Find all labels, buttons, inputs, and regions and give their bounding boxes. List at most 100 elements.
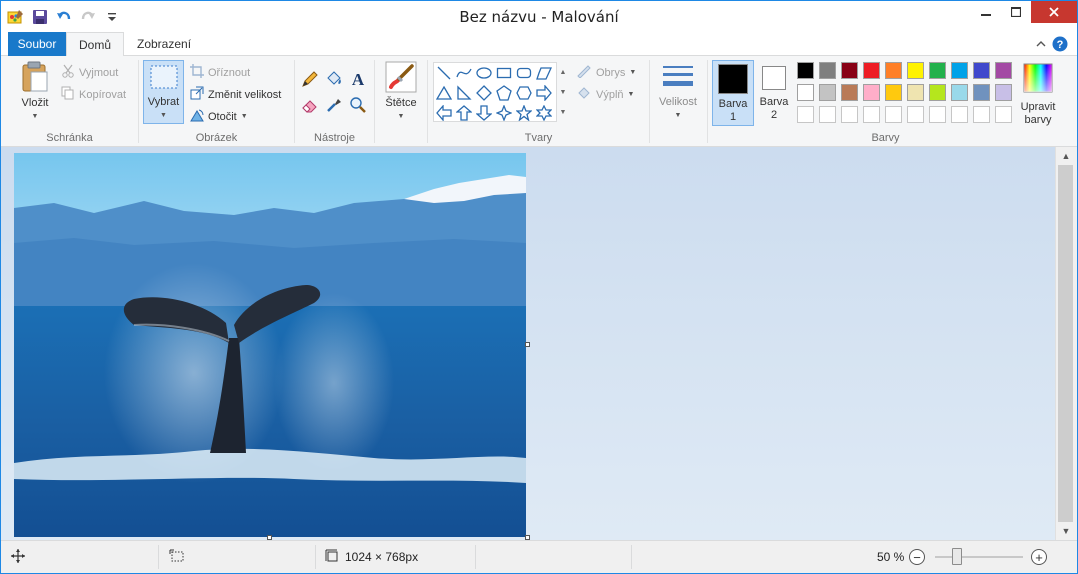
color-picker-icon[interactable] (325, 96, 343, 114)
custom-color-slot[interactable] (929, 106, 946, 123)
edit-colors-button[interactable]: Upravit barvy (1016, 63, 1060, 127)
pencil-icon[interactable] (301, 70, 319, 88)
scissors-icon (61, 64, 75, 81)
right-arrow-shape-icon[interactable] (534, 83, 554, 103)
palette-color[interactable] (907, 62, 924, 79)
maximize-button[interactable] (1001, 1, 1031, 23)
rounded-rectangle-shape-icon[interactable] (514, 63, 534, 83)
help-icon[interactable]: ? (1052, 36, 1068, 52)
palette-color[interactable] (819, 84, 836, 101)
palette-color[interactable] (841, 84, 858, 101)
zoom-slider-track[interactable] (935, 556, 1023, 558)
resize-handle-right[interactable] (525, 342, 530, 347)
fill-button[interactable]: Výplň ▼ (576, 86, 634, 103)
fill-bucket-icon[interactable] (325, 70, 343, 88)
custom-color-slot[interactable] (819, 106, 836, 123)
six-point-star-shape-icon[interactable] (534, 103, 554, 123)
palette-color[interactable] (929, 84, 946, 101)
triangle-shape-icon[interactable] (434, 83, 454, 103)
pentagon-shape-icon[interactable] (494, 83, 514, 103)
text-tool-icon[interactable]: A (349, 69, 367, 89)
tab-file[interactable]: Soubor (8, 32, 66, 56)
chevron-down-icon[interactable]: ▼ (560, 89, 567, 96)
vertical-scrollbar[interactable]: ▲ ▼ (1055, 147, 1077, 540)
magnifier-icon[interactable] (349, 96, 367, 114)
diamond-shape-icon[interactable] (474, 83, 494, 103)
palette-color[interactable] (885, 84, 902, 101)
size-button[interactable]: Velikost ▼ (658, 64, 698, 126)
brushes-group: Štětce ▼ (375, 56, 427, 147)
canvas-area[interactable] (1, 147, 1055, 540)
oval-shape-icon[interactable] (474, 63, 494, 83)
tab-home[interactable]: Domů (66, 32, 124, 57)
resize-button[interactable]: Změnit velikost (190, 86, 281, 103)
palette-color[interactable] (841, 62, 858, 79)
right-triangle-shape-icon[interactable] (454, 83, 474, 103)
custom-color-slot[interactable] (995, 106, 1012, 123)
outline-button[interactable]: Obrys ▼ (576, 64, 636, 81)
scroll-thumb[interactable] (1058, 165, 1073, 522)
image-dimensions: 1024 × 768px (325, 541, 418, 573)
down-arrow-shape-icon[interactable] (474, 103, 494, 123)
paste-button[interactable]: Vložit ▼ (15, 61, 55, 125)
close-button[interactable] (1031, 1, 1077, 23)
palette-color[interactable] (907, 84, 924, 101)
color1-button[interactable]: Barva 1 (712, 60, 754, 126)
tab-view[interactable]: Zobrazení (128, 32, 200, 56)
palette-color[interactable] (797, 84, 814, 101)
color2-button[interactable]: Barva 2 (757, 63, 791, 127)
status-bar: 1024 × 768px 50 % − + (1, 540, 1077, 573)
shapes-gallery-scroll[interactable]: ▲ ▼ ▼ (556, 62, 569, 122)
eraser-icon[interactable] (301, 96, 319, 114)
palette-color[interactable] (995, 62, 1012, 79)
polygon-shape-icon[interactable] (534, 63, 554, 83)
shapes-gallery (433, 62, 569, 122)
expand-gallery-icon[interactable]: ▼ (560, 109, 567, 116)
scroll-up-icon[interactable]: ▲ (1059, 149, 1073, 163)
crop-button[interactable]: Oříznout (190, 64, 250, 81)
four-point-star-shape-icon[interactable] (494, 103, 514, 123)
custom-color-slot[interactable] (863, 106, 880, 123)
palette-color[interactable] (973, 84, 990, 101)
zoom-out-button[interactable]: − (909, 549, 925, 565)
palette-color[interactable] (797, 62, 814, 79)
five-point-star-shape-icon[interactable] (514, 103, 534, 123)
chevron-up-icon[interactable]: ▲ (560, 69, 567, 76)
select-button[interactable]: Vybrat ▼ (143, 60, 184, 124)
hexagon-shape-icon[interactable] (514, 83, 534, 103)
palette-color[interactable] (885, 62, 902, 79)
left-arrow-shape-icon[interactable] (434, 103, 454, 123)
zoom-slider-thumb[interactable] (952, 548, 962, 565)
palette-color[interactable] (951, 84, 968, 101)
scroll-down-icon[interactable]: ▼ (1059, 524, 1073, 538)
palette-color[interactable] (929, 62, 946, 79)
custom-color-slot[interactable] (885, 106, 902, 123)
chevron-down-icon: ▼ (31, 113, 39, 120)
line-shape-icon[interactable] (434, 63, 454, 83)
curve-shape-icon[interactable] (454, 63, 474, 83)
custom-color-slot[interactable] (973, 106, 990, 123)
brushes-button[interactable]: Štětce ▼ (381, 61, 421, 125)
window-title: Bez názvu - Malování (459, 8, 619, 26)
palette-color[interactable] (951, 62, 968, 79)
custom-color-slot[interactable] (841, 106, 858, 123)
chevron-down-icon: ▼ (629, 69, 637, 76)
palette-color[interactable] (863, 62, 880, 79)
up-arrow-shape-icon[interactable] (454, 103, 474, 123)
palette-color[interactable] (995, 84, 1012, 101)
copy-label: Kopírovat (79, 88, 127, 101)
cut-button[interactable]: Vyjmout (61, 64, 118, 81)
copy-button[interactable]: Kopírovat (61, 86, 126, 103)
minimize-ribbon-icon[interactable] (1033, 36, 1049, 52)
palette-color[interactable] (863, 84, 880, 101)
palette-color[interactable] (819, 62, 836, 79)
palette-color[interactable] (973, 62, 990, 79)
whale-tail-photo[interactable] (14, 153, 526, 537)
custom-color-slot[interactable] (907, 106, 924, 123)
minimize-button[interactable] (971, 1, 1001, 23)
custom-color-slot[interactable] (951, 106, 968, 123)
rotate-button[interactable]: Otočit ▼ (190, 108, 248, 125)
custom-color-slot[interactable] (797, 106, 814, 123)
zoom-in-button[interactable]: + (1031, 549, 1047, 565)
rectangle-shape-icon[interactable] (494, 63, 514, 83)
